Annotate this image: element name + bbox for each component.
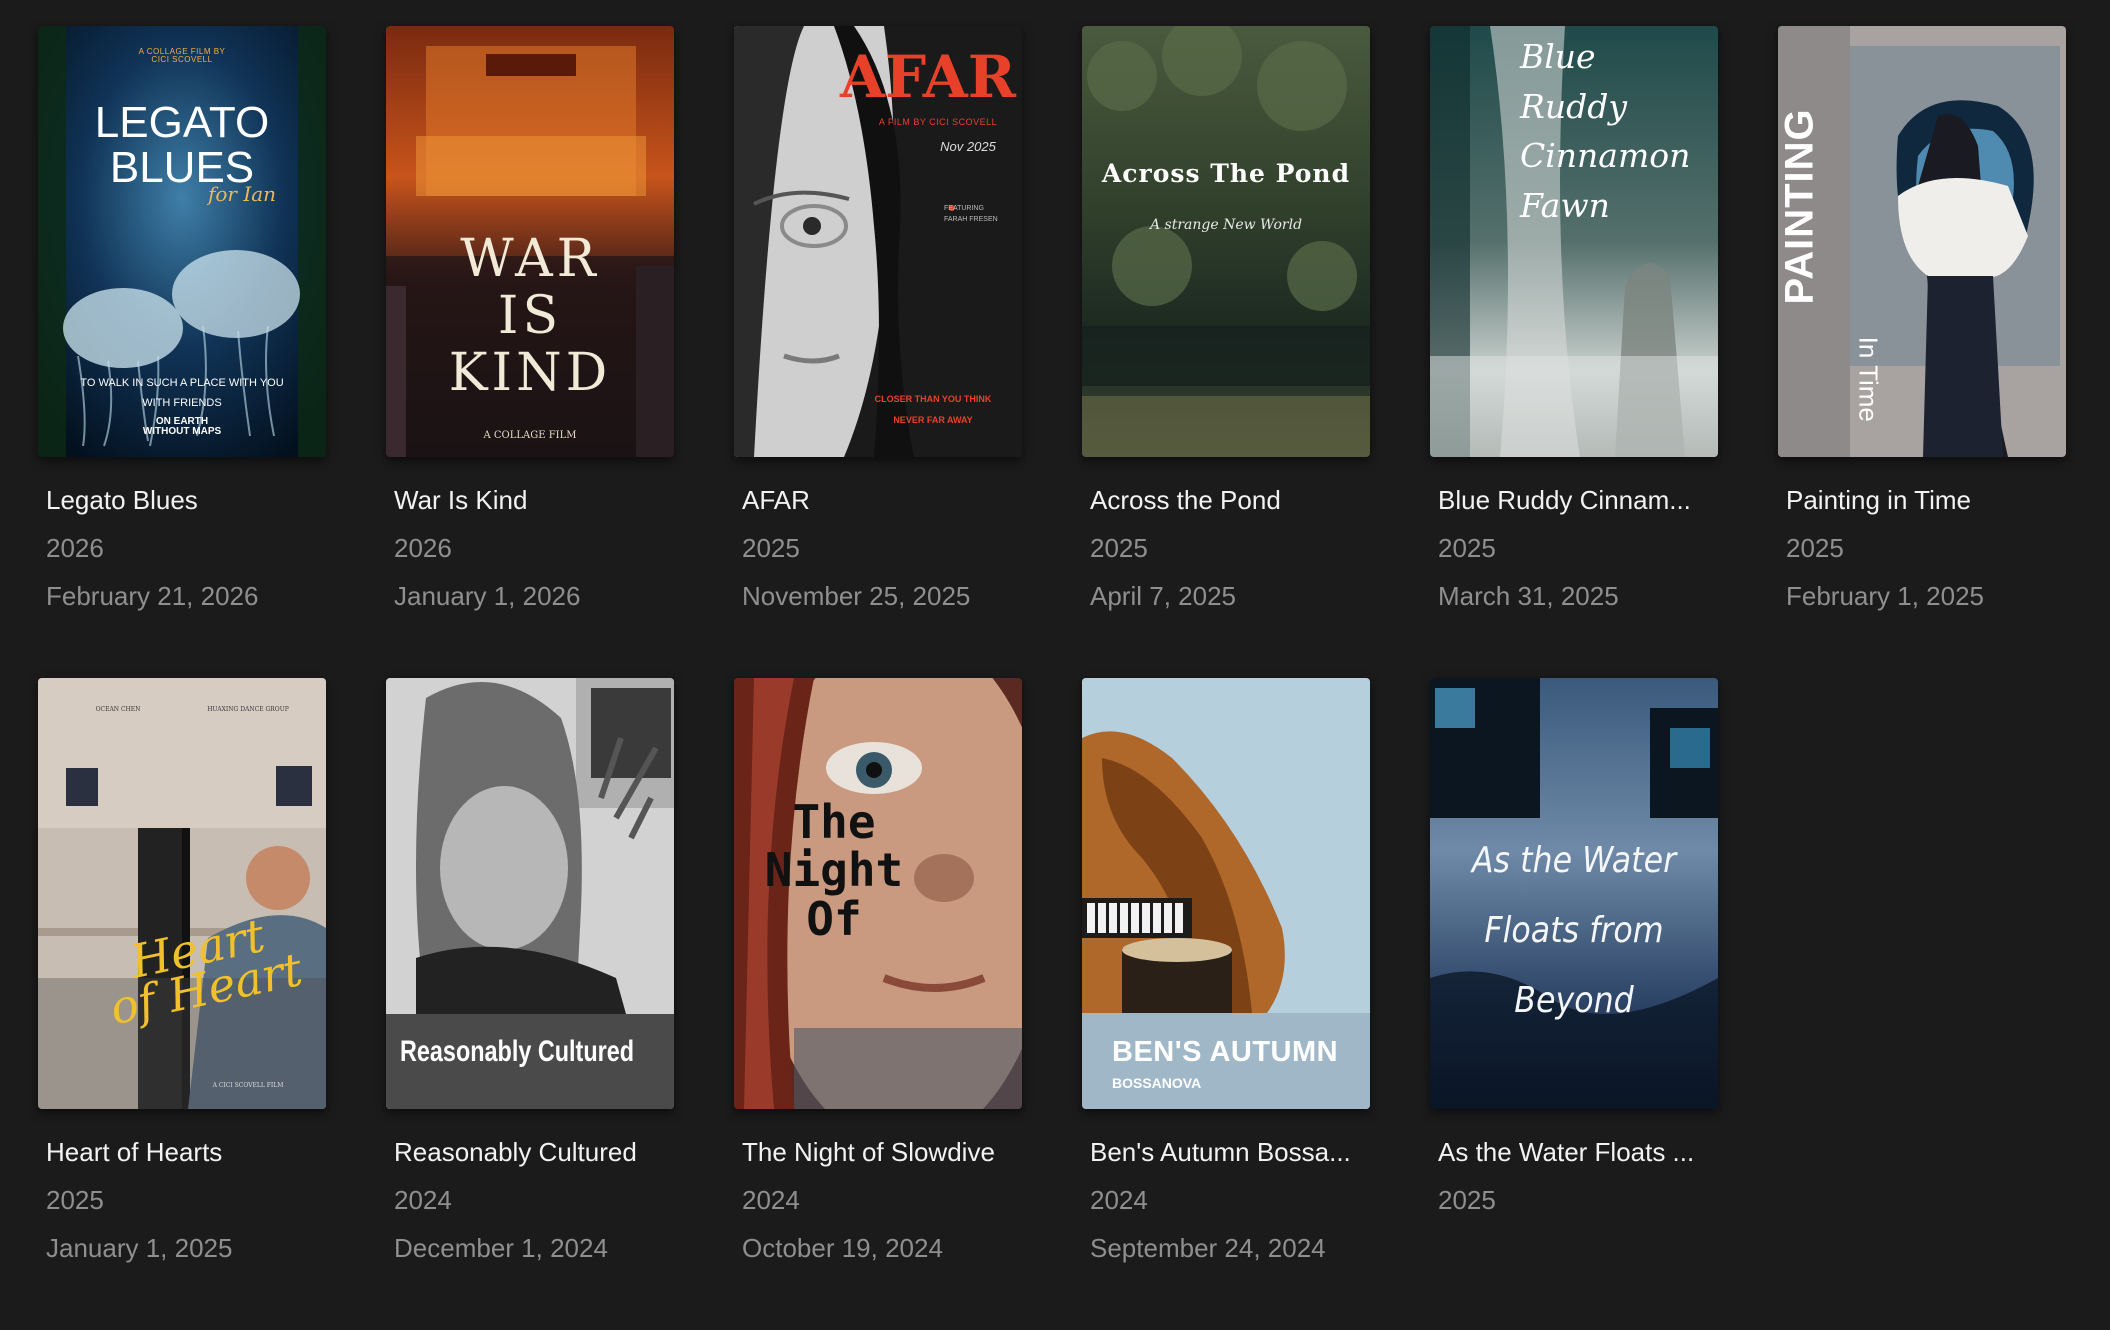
film-card[interactable]: Across The Pond A strange New World Acro… [1082,26,1370,678]
film-title[interactable]: The Night of Slowdive [742,1136,1022,1168]
poster-image[interactable]: As the Water Floats from Beyond [1430,678,1718,1109]
film-card[interactable]: PAINTING In Time Painting in Time 2025 F… [1778,26,2066,678]
poster-credit-text: OCEAN CHEN [95,706,141,713]
film-card[interactable]: WAR IS KIND A COLLAGE FILM War Is Kind 2… [386,26,674,678]
poster-title-text: LEGATO BLUES [94,98,270,192]
poster-title-text: WAR IS KIND [448,229,612,404]
poster-title-text: The Night Of [764,795,904,946]
poster-title-text: AFAR [840,43,1016,111]
film-title[interactable]: Ben's Autumn Bossa... [1090,1136,1370,1168]
poster-image[interactable]: Across The Pond A strange New World [1082,26,1370,457]
film-title[interactable]: Blue Ruddy Cinnam... [1438,484,1718,516]
film-grid: A COLLAGE FILM BY CICI SCOVELL LEGATO BL… [38,26,2066,1330]
film-year: 2025 [1786,533,1844,563]
film-date: March 31, 2025 [1438,581,1619,611]
poster-image[interactable]: WAR IS KIND A COLLAGE FILM [386,26,674,457]
poster-title-text: Across The Pond [1101,159,1351,188]
film-title[interactable]: Across the Pond [1090,484,1370,516]
film-year: 2025 [742,533,800,563]
poster-image[interactable]: Reasonably Cultured [386,678,674,1109]
poster-date-text: Nov 2025 [940,139,996,154]
poster-tagline-text: ON EARTH WITHOUT MAPS [142,416,222,438]
film-date [1438,1224,1718,1272]
film-card[interactable]: AFAR A FILM BY CICI SCOVELL Nov 2025 FEA… [734,26,1022,678]
film-card[interactable]: OCEAN CHEN HUAXING DANCE GROUP Heart of … [38,678,326,1330]
film-year: 2025 [1090,533,1148,563]
poster-image[interactable]: Blue Ruddy Cinnamon Fawn [1430,26,1718,457]
film-date: January 1, 2025 [46,1233,233,1263]
film-date: December 1, 2024 [394,1233,608,1263]
poster-subtitle-text: BOSSANOVA [1112,1075,1202,1091]
poster-subtitle-text: In Time [1853,336,1884,422]
poster-credit-text: A FILM BY CICI SCOVELL [878,117,998,127]
poster-subtitle-text: A strange New World [1149,217,1303,233]
film-title[interactable]: Legato Blues [46,484,326,516]
poster-credit-text: A CICI SCOVELL FILM [212,1082,284,1089]
film-card[interactable]: A COLLAGE FILM BY CICI SCOVELL LEGATO BL… [38,26,326,678]
film-card[interactable]: BEN'S AUTUMN BOSSANOVA Ben's Autumn Boss… [1082,678,1370,1330]
film-year: 2024 [1090,1185,1148,1215]
poster-credit-text: A COLLAGE FILM BY CICI SCOVELL [138,47,226,65]
film-year: 2026 [394,533,452,563]
film-date: February 1, 2025 [1786,581,1985,611]
film-year: 2024 [394,1185,452,1215]
poster-tagline-text: TO WALK IN SUCH A PLACE WITH YOU WITH FR… [80,377,284,409]
film-year: 2025 [1438,1185,1496,1215]
poster-credit-text: HUAXING DANCE GROUP [207,706,289,713]
film-title[interactable]: As the Water Floats ... [1438,1136,1718,1168]
film-date: September 24, 2024 [1090,1233,1326,1263]
poster-image[interactable]: The Night Of [734,678,1022,1109]
poster-image[interactable]: AFAR A FILM BY CICI SCOVELL Nov 2025 FEA… [734,26,1022,457]
poster-image[interactable]: PAINTING In Time [1778,26,2066,457]
poster-title-text: Reasonably Cultured [400,1035,635,1068]
film-date: January 1, 2026 [394,581,581,611]
film-date: April 7, 2025 [1090,581,1236,611]
film-title[interactable]: AFAR [742,484,1022,516]
poster-image[interactable]: BEN'S AUTUMN BOSSANOVA [1082,678,1370,1109]
film-date: November 25, 2025 [742,581,971,611]
poster-image[interactable]: A COLLAGE FILM BY CICI SCOVELL LEGATO BL… [38,26,326,457]
poster-title-text: PAINTING [1778,108,1822,305]
film-year: 2025 [46,1185,104,1215]
film-year: 2026 [46,533,104,563]
film-card[interactable]: As the Water Floats from Beyond As the W… [1430,678,1718,1330]
film-card[interactable]: Blue Ruddy Cinnamon Fawn Blue Ruddy Cinn… [1430,26,1718,678]
poster-script-text: for Ian [207,182,277,206]
film-title[interactable]: Reasonably Cultured [394,1136,674,1168]
poster-credit-text: A COLLAGE FILM [483,430,577,441]
poster-title-text: Blue Ruddy Cinnamon Fawn [1520,37,1691,225]
poster-tagline-text: CLOSER THAN YOU THINK NEVER FAR AWAY [874,394,992,425]
film-year: 2025 [1438,533,1496,563]
film-date: October 19, 2024 [742,1233,943,1263]
film-title[interactable]: Painting in Time [1786,484,2066,516]
film-card[interactable]: Reasonably Cultured Reasonably Cultured … [386,678,674,1330]
film-year: 2024 [742,1185,800,1215]
poster-image[interactable]: OCEAN CHEN HUAXING DANCE GROUP Heart of … [38,678,326,1109]
poster-title-text: As the Water Floats from Beyond [1471,840,1677,1022]
film-card[interactable]: The Night Of The Night of Slowdive 2024 … [734,678,1022,1330]
film-title[interactable]: Heart of Hearts [46,1136,326,1168]
poster-featuring-text: FEATURING FARAH FRESEN [944,205,998,224]
film-date: February 21, 2026 [46,581,259,611]
poster-title-text: BEN'S AUTUMN [1112,1036,1339,1068]
film-title[interactable]: War Is Kind [394,484,674,516]
